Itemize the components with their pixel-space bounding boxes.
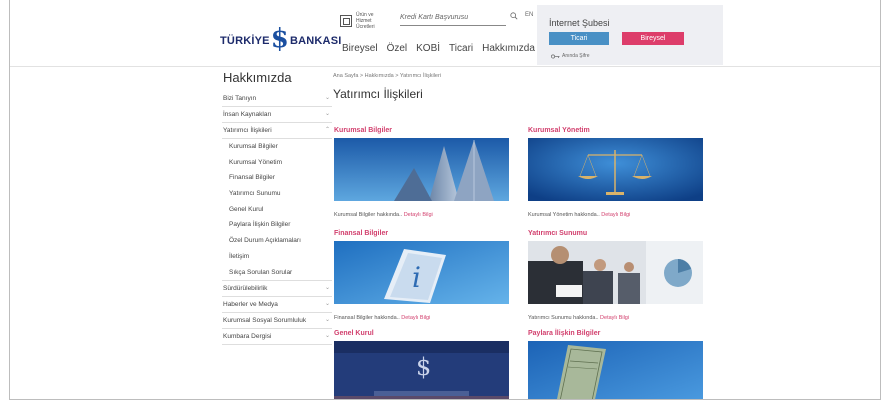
sidebar-item-haberler[interactable]: Haberler ve Medya ⌄	[222, 297, 332, 314]
sidebar-item-label: Kurumsal Sosyal Sorumluluk	[223, 317, 307, 325]
bireysel-login-button[interactable]: Bireysel	[622, 32, 684, 45]
subnav-kurumsal-yonetim[interactable]: Kurumsal Yönetim	[222, 155, 332, 171]
sidebar-item-label: Yatırımcı İlişkileri	[223, 127, 272, 134]
detail-link[interactable]: Detaylı Bilgi	[601, 212, 630, 218]
subnav-finansal-bilgiler[interactable]: Finansal Bilgiler	[222, 170, 332, 186]
search-icon[interactable]	[510, 12, 518, 20]
detail-link[interactable]: Detaylı Bilgi	[600, 315, 629, 321]
card-desc-text: Kurumsal Bilgiler hakkında..	[334, 212, 403, 218]
nav-ticari[interactable]: Ticari	[449, 43, 473, 54]
sidebar-item-label: Kumbara Dergisi	[223, 333, 272, 341]
detail-link[interactable]: Detaylı Bilgi	[401, 315, 430, 321]
page-frame: TÜRKİYE $ BANKASI Ürün ve Hizmet Ücretle…	[9, 0, 881, 400]
detail-link[interactable]: Detaylı Bilgi	[404, 212, 433, 218]
sidebar: Hakkımızda Bizi Tanıyın ⌄ İnsan Kaynakla…	[222, 70, 332, 346]
card-paylara-iliskin[interactable]: Paylara İlişkin Bilgiler	[528, 330, 703, 399]
card-description: Yatırımcı Sunumu hakkında.. Detaylı Bilg…	[528, 315, 703, 321]
card-description: Finansal Bilgiler hakkında.. Detaylı Bil…	[334, 315, 509, 321]
card-kurumsal-bilgiler[interactable]: Kurumsal Bilgiler Kurumsal Bilgiler hakk…	[334, 127, 509, 218]
card-description: Kurumsal Bilgiler hakkında.. Detaylı Bil…	[334, 212, 509, 218]
chevron-up-icon: ⌃	[324, 127, 330, 133]
info-document-image: i	[334, 241, 509, 304]
sidebar-item-label: Bizi Tanıyın	[223, 95, 257, 102]
chevron-down-icon: ⌄	[324, 285, 330, 292]
main-content: Ana Sayfa > Hakkımızda > Yatırımcı İlişk…	[333, 70, 753, 101]
sidebar-item-surdurulebilirlik[interactable]: Sürdürülebilirlik ⌄	[222, 281, 332, 298]
card-title[interactable]: Paylara İlişkin Bilgiler	[528, 330, 703, 341]
card-title[interactable]: Genel Kurul	[334, 330, 509, 341]
subnav-paylara-iliskin[interactable]: Paylara İlişkin Bilgiler	[222, 217, 332, 233]
chevron-down-icon: ⌄	[324, 333, 330, 340]
card-finansal-bilgiler[interactable]: Finansal Bilgiler i Finansal Bilgiler ha…	[334, 230, 509, 321]
language-switch[interactable]: EN	[525, 12, 533, 18]
meeting-image	[528, 241, 703, 304]
sidebar-item-kumbara[interactable]: Kumbara Dergisi ⌄	[222, 329, 332, 346]
subnav-kurumsal-bilgiler[interactable]: Kurumsal Bilgiler	[222, 139, 332, 155]
card-genel-kurul[interactable]: Genel Kurul $	[334, 330, 509, 399]
card-desc-text: Kurumsal Yönetim hakkında..	[528, 212, 600, 218]
nav-kobi[interactable]: KOBİ	[416, 43, 440, 54]
subnav-genel-kurul[interactable]: Genel Kurul	[222, 202, 332, 218]
product-fees-link[interactable]: Ürün ve Hizmet Ücretleri	[340, 12, 388, 30]
card-description: Kurumsal Yönetim hakkında.. Detaylı Bilg…	[528, 212, 703, 218]
subnav-iletisim[interactable]: İletişim	[222, 249, 332, 265]
sidebar-title: Hakkımızda	[223, 70, 292, 85]
sidebar-item-insan-kaynaklari[interactable]: İnsan Kaynakları ⌄	[222, 107, 332, 123]
subnav-sss[interactable]: Sıkça Sorulan Sorular	[222, 265, 332, 282]
card-title[interactable]: Kurumsal Yönetim	[528, 127, 703, 138]
instant-password-label: Anında Şifre	[562, 53, 590, 59]
assembly-hall-image: $	[334, 341, 509, 399]
product-fees-label: Ürün ve Hizmet Ücretleri	[356, 12, 375, 30]
logo-text-right: BANKASI	[289, 35, 342, 47]
svg-text:i: i	[412, 261, 421, 294]
chevron-down-icon: ⌄	[324, 95, 330, 101]
ticari-login-button[interactable]: Ticari	[549, 32, 609, 45]
page-title: Yatırımcı İlişkileri	[333, 87, 423, 101]
key-icon	[551, 54, 560, 58]
internet-banking-panel: İnternet Şubesi Ticari Bireysel Anında Ş…	[537, 5, 723, 65]
card-title[interactable]: Finansal Bilgiler	[334, 230, 509, 241]
card-title[interactable]: Yatırımcı Sunumu	[528, 230, 703, 241]
card-desc-text: Finansal Bilgiler hakkında..	[334, 315, 400, 321]
sidebar-item-kss[interactable]: Kurumsal Sosyal Sorumluluk ⌄	[222, 313, 332, 330]
chevron-down-icon: ⌄	[324, 301, 330, 308]
card-desc-text: Yatırımcı Sunumu hakkında..	[528, 315, 599, 321]
internet-banking-title: İnternet Şubesi	[549, 18, 610, 28]
svg-text:$: $	[416, 353, 431, 381]
nav-hakkimizda[interactable]: Hakkımızda	[482, 43, 535, 54]
chevron-down-icon: ⌄	[324, 111, 330, 117]
logo-symbol: $	[270, 24, 289, 54]
nav-bireysel[interactable]: Bireysel	[342, 43, 378, 54]
card-yatirimci-sunumu[interactable]: Yatırımcı Sunumu Yatırımcı Sunumu hakkın…	[528, 230, 703, 321]
bank-logo[interactable]: TÜRKİYE $ BANKASI	[220, 24, 342, 54]
subnav-yatirimci-sunumu[interactable]: Yatırımcı Sunumu	[222, 186, 332, 202]
card-kurumsal-yonetim[interactable]: Kurumsal Yönetim Kurumsal Yönetim hakkın…	[528, 127, 703, 218]
sidebar-item-label: Sürdürülebilirlik	[223, 285, 268, 293]
breadcrumb[interactable]: Ana Sayfa > Hakkımızda > Yatırımcı İlişk…	[333, 73, 753, 79]
sidebar-item-label: İnsan Kaynakları	[223, 111, 272, 118]
sidebar-item-yatirimci-iliskileri[interactable]: Yatırımcı İlişkileri ⌃	[222, 123, 332, 139]
main-nav: Bireysel Özel KOBİ Ticari Hakkımızda	[342, 43, 535, 54]
card-title[interactable]: Kurumsal Bilgiler	[334, 127, 509, 138]
document-icon	[340, 15, 352, 27]
share-certificate-image	[528, 341, 703, 399]
scales-image	[528, 138, 703, 201]
site-header: TÜRKİYE $ BANKASI Ürün ve Hizmet Ücretle…	[10, 0, 880, 67]
subnav-ozel-durum[interactable]: Özel Durum Açıklamaları	[222, 233, 332, 249]
nav-ozel[interactable]: Özel	[387, 43, 408, 54]
chevron-down-icon: ⌄	[324, 317, 330, 324]
instant-password-link[interactable]: Anında Şifre	[551, 53, 590, 59]
skyscraper-image	[334, 138, 509, 201]
sidebar-item-label: Haberler ve Medya	[223, 301, 278, 309]
logo-text-left: TÜRKİYE	[220, 35, 270, 47]
sidebar-item-bizi-taniyin[interactable]: Bizi Tanıyın ⌄	[222, 91, 332, 107]
search-input[interactable]: Kredi Kartı Başvurusu	[400, 11, 506, 26]
